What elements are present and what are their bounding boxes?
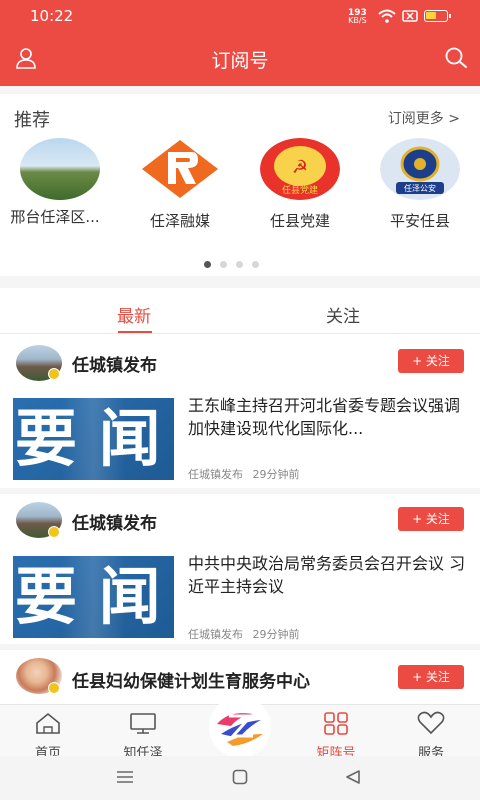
channel-name: 平安任县 <box>389 212 450 230</box>
tab-latest[interactable]: 最新 <box>117 302 151 327</box>
wifi-icon <box>378 9 396 23</box>
carousel-dot <box>252 261 259 268</box>
heart-icon <box>417 711 445 735</box>
article-source: 任城镇发布 <box>188 628 243 641</box>
system-navigation-bar <box>0 756 480 800</box>
channel-name: 邢台任泽区... <box>10 208 100 226</box>
status-bar: 10:22 193 KB/S <box>0 0 480 32</box>
feed-card[interactable]: 任城镇发布 + 关注 要 闻 中共中央政治局常务委员会召开会议 习近平主持会议 … <box>0 496 480 644</box>
card-separator <box>0 488 480 494</box>
article-source: 任城镇发布 <box>188 468 243 481</box>
nav-know-renze[interactable]: 知任泽 <box>103 705 183 761</box>
nav-service[interactable]: 服务 <box>391 705 471 761</box>
tab-following[interactable]: 关注 <box>326 302 360 327</box>
home-icon <box>36 712 60 734</box>
verified-badge-icon <box>48 526 60 538</box>
app-header: 10:22 193 KB/S 订阅号 <box>0 0 480 86</box>
article-time: 29分钟前 <box>252 628 300 641</box>
article-headline[interactable]: 王东峰主持召开河北省委专题会议强调 加快建设现代化国际化... <box>188 394 470 440</box>
article-time: 29分钟前 <box>252 468 300 481</box>
recommend-item-xingtai[interactable]: 邢台任泽区... <box>5 138 115 227</box>
carousel-dot <box>236 261 243 268</box>
feed-card[interactable]: 任城镇发布 + 关注 要 闻 王东峰主持召开河北省委专题会议强调 加快建设现代化… <box>0 342 480 488</box>
search-icon[interactable] <box>444 46 468 70</box>
article-meta: 任城镇发布 29分钟前 <box>188 626 300 642</box>
thumbnail-text: 要 闻 <box>15 402 161 475</box>
party-emblem-logo: ☭ 任县党建 <box>260 138 340 200</box>
tabs-divider <box>0 333 480 334</box>
section-divider <box>0 276 480 288</box>
recommend-item-renze-media[interactable]: 任泽融媒 <box>125 138 235 231</box>
svg-text:任县党建: 任县党建 <box>282 184 318 196</box>
article-thumbnail: 要 闻 <box>13 556 174 638</box>
follow-button[interactable]: + 关注 <box>398 507 464 531</box>
police-badge-logo: 任泽公安 <box>380 138 460 200</box>
article-thumbnail: 要 闻 <box>13 398 174 480</box>
section-divider <box>0 86 480 94</box>
carousel-indicator <box>204 253 268 272</box>
subscribe-more-link[interactable]: 订阅更多 > <box>388 108 460 128</box>
channel-name: 任县党建 <box>269 212 330 230</box>
status-time: 10:22 <box>30 7 74 25</box>
home-square-icon[interactable] <box>232 769 248 785</box>
recommend-item-police[interactable]: 任泽公安 平安任县 <box>365 138 475 231</box>
menu-icon[interactable] <box>116 770 134 784</box>
svg-text:任泽公安: 任泽公安 <box>404 183 436 193</box>
nav-matrix[interactable]: 矩阵号 <box>296 705 376 761</box>
publisher-name: 任县妇幼保健计划生育服务中心 <box>72 672 310 692</box>
follow-button[interactable]: + 关注 <box>398 665 464 689</box>
nav-home[interactable]: 首页 <box>8 705 88 761</box>
nav-center-home[interactable] <box>209 696 271 758</box>
network-speed: 193 KB/S <box>348 9 367 25</box>
channel-name: 任泽融媒 <box>149 212 210 230</box>
channel-logo <box>20 138 100 200</box>
center-logo-icon <box>212 706 268 750</box>
page-title: 订阅号 <box>211 50 269 72</box>
carousel-dot-active <box>204 261 211 268</box>
follow-button[interactable]: + 关注 <box>398 349 464 373</box>
recommend-item-party[interactable]: ☭ 任县党建 任县党建 <box>245 138 355 231</box>
article-headline[interactable]: 中共中央政治局常务委员会召开会议 习近平主持会议 <box>188 552 470 598</box>
recommend-heading: 推荐 <box>14 110 50 131</box>
article-meta: 任城镇发布 29分钟前 <box>188 466 300 482</box>
network-speed-unit: KB/S <box>348 16 367 25</box>
renze-media-logo <box>142 140 218 198</box>
thumbnail-text: 要 闻 <box>15 560 161 633</box>
publisher-name: 任城镇发布 <box>72 514 157 534</box>
svg-text:☭: ☭ <box>292 157 308 178</box>
grid-icon <box>324 712 348 735</box>
publisher-name: 任城镇发布 <box>72 356 157 376</box>
monitor-icon <box>130 713 156 734</box>
back-icon[interactable] <box>345 769 361 785</box>
verified-badge-icon <box>48 368 60 380</box>
no-sim-icon <box>402 10 418 22</box>
verified-badge-icon <box>48 682 60 694</box>
carousel-dot <box>220 261 227 268</box>
battery-icon <box>424 10 451 22</box>
